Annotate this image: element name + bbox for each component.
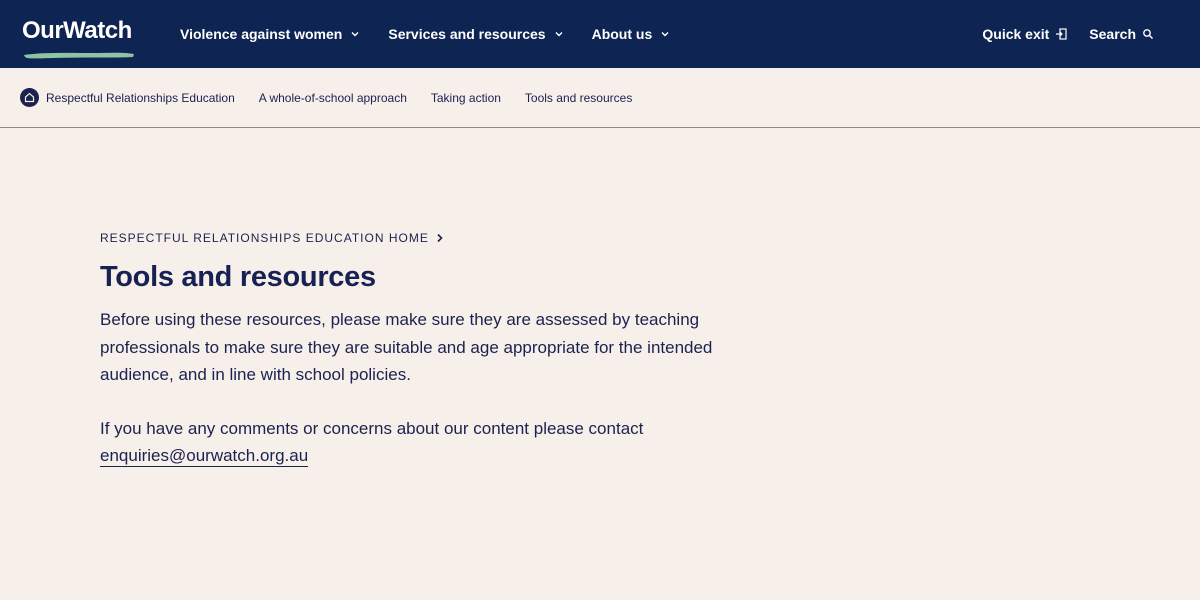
nav-violence-against-women[interactable]: Violence against women bbox=[180, 26, 360, 42]
main-nav: Violence against women Services and reso… bbox=[180, 26, 670, 42]
chevron-down-icon bbox=[351, 32, 359, 37]
search-button[interactable]: Search bbox=[1089, 26, 1154, 42]
email-link[interactable]: enquiries@ourwatch.org.au bbox=[100, 446, 309, 467]
home-icon bbox=[20, 88, 39, 107]
subnav-item-whole-of-school[interactable]: A whole-of-school approach bbox=[259, 91, 407, 105]
chevron-down-icon bbox=[555, 32, 563, 37]
contact-paragraph: If you have any comments or concerns abo… bbox=[100, 415, 720, 470]
nav-label: Violence against women bbox=[180, 26, 343, 42]
site-header: OurWatch Violence against women Services… bbox=[0, 0, 1200, 68]
subnav-home-label: Respectful Relationships Education bbox=[46, 90, 235, 105]
subnav-home-link[interactable]: Respectful Relationships Education bbox=[20, 88, 235, 107]
breadcrumb-label: RESPECTFUL RELATIONSHIPS EDUCATION HOME bbox=[100, 231, 429, 245]
search-label: Search bbox=[1089, 26, 1136, 42]
exit-icon bbox=[1056, 28, 1067, 40]
page-title: Tools and resources bbox=[100, 261, 376, 293]
quick-exit-button[interactable]: Quick exit bbox=[982, 26, 1067, 42]
nav-about-us[interactable]: About us bbox=[592, 26, 671, 42]
ourwatch-logo[interactable]: OurWatch bbox=[22, 14, 140, 59]
utility-nav: Quick exit Search bbox=[982, 26, 1154, 42]
logo-brush-stroke bbox=[24, 52, 134, 59]
chevron-right-icon bbox=[437, 233, 443, 243]
intro-paragraph: Before using these resources, please mak… bbox=[100, 310, 713, 384]
contact-text: If you have any comments or concerns abo… bbox=[100, 418, 644, 438]
section-subnav: Respectful Relationships Education A who… bbox=[0, 68, 1200, 128]
subnav-item-tools-and-resources[interactable]: Tools and resources bbox=[525, 91, 632, 105]
logo-text: OurWatch bbox=[22, 17, 132, 44]
quick-exit-label: Quick exit bbox=[982, 26, 1050, 42]
chevron-down-icon bbox=[661, 32, 669, 37]
nav-label: About us bbox=[591, 26, 653, 42]
main-content: RESPECTFUL RELATIONSHIPS EDUCATION HOME … bbox=[0, 128, 1200, 470]
nav-services-and-resources[interactable]: Services and resources bbox=[388, 26, 563, 42]
subnav-item-taking-action[interactable]: Taking action bbox=[431, 91, 501, 105]
nav-label: Services and resources bbox=[388, 26, 546, 42]
breadcrumb[interactable]: RESPECTFUL RELATIONSHIPS EDUCATION HOME bbox=[100, 231, 1200, 245]
search-icon bbox=[1143, 29, 1154, 40]
